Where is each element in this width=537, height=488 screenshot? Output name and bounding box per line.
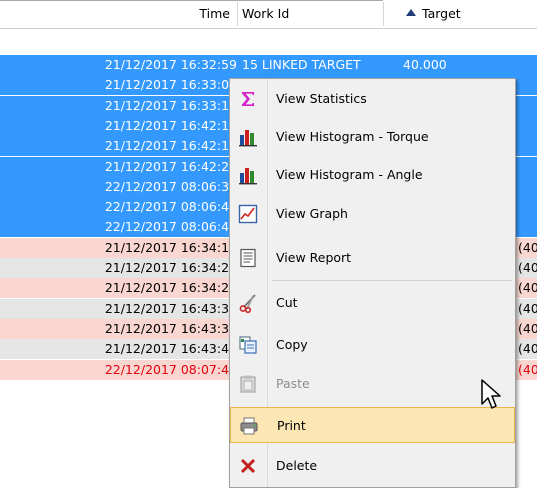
mouse-pointer-icon — [481, 379, 501, 409]
cell-workid: 15 LINKED TARGET — [242, 57, 361, 72]
cell-overflow: (40 — [518, 341, 537, 357]
cell-time: 22/12/2017 08:07:48 — [104, 361, 237, 377]
cell-time: 21/12/2017 16:32:59 — [104, 57, 237, 72]
cell-time: 21/12/2017 16:43:32 — [104, 300, 237, 316]
menu-item-label: Print — [277, 418, 306, 433]
column-divider[interactable] — [383, 2, 384, 26]
copy-icon — [238, 335, 258, 355]
menu-item-label: View Statistics — [276, 91, 367, 106]
column-divider[interactable] — [237, 2, 238, 26]
menu-item-view-report[interactable]: View Report — [230, 240, 515, 276]
cell-overflow: (40 — [518, 300, 537, 316]
histogram-icon — [238, 127, 258, 147]
menu-item-view-histogram-angle[interactable]: View Histogram - Angle — [230, 157, 515, 193]
paste-icon — [238, 374, 258, 394]
scissors-icon — [238, 293, 258, 314]
cell-time: 21/12/2017 16:42:11 — [104, 117, 237, 133]
printer-icon — [239, 416, 259, 436]
cell-time: 21/12/2017 16:34:14 — [104, 239, 237, 255]
cell-time: 22/12/2017 08:06:36 — [104, 178, 237, 194]
report-icon — [238, 248, 258, 268]
cell-time: 21/12/2017 16:42:21 — [104, 158, 237, 174]
column-header-workid[interactable]: Work Id — [242, 0, 289, 28]
menu-item-paste[interactable]: Paste — [230, 366, 515, 402]
menu-separator — [272, 280, 512, 281]
menu-item-copy[interactable]: Copy — [230, 327, 515, 363]
menu-item-view-statistics[interactable]: View Statistics — [230, 81, 515, 117]
grid-header: Time Work Id Target — [0, 0, 537, 29]
sigma-icon — [238, 89, 258, 109]
menu-item-view-graph[interactable]: View Graph — [230, 196, 515, 232]
context-menu: View Statistics View Histogram - Torque … — [229, 78, 516, 488]
menu-item-print[interactable]: Print — [230, 407, 515, 443]
cell-overflow: (40 — [518, 239, 537, 255]
menu-item-label: Delete — [276, 458, 318, 473]
histogram-icon — [238, 165, 258, 185]
sort-ascending-icon — [406, 9, 416, 16]
cell-time: 21/12/2017 16:34:21 — [104, 260, 237, 275]
cell-overflow: (40 — [518, 361, 537, 377]
line-graph-icon — [238, 204, 258, 224]
cell-time: 21/12/2017 16:33:04 — [104, 77, 237, 93]
cell-time: 21/12/2017 16:43:42 — [104, 341, 237, 357]
cell-time: 22/12/2017 08:06:42 — [104, 199, 237, 215]
cell-time: 21/12/2017 16:33:10 — [104, 97, 237, 113]
menu-item-label: View Graph — [276, 206, 348, 221]
column-header-target[interactable]: Target — [422, 0, 461, 28]
delete-x-icon — [238, 456, 258, 476]
menu-item-label: Paste — [276, 376, 310, 391]
cell-time: 22/12/2017 08:06:46 — [104, 219, 237, 235]
cell-time: 21/12/2017 16:42:16 — [104, 138, 237, 154]
menu-item-label: Copy — [276, 337, 308, 352]
menu-item-label: View Histogram - Torque — [276, 129, 429, 144]
menu-item-label: View Histogram - Angle — [276, 167, 423, 182]
menu-item-cut[interactable]: Cut — [230, 285, 515, 321]
menu-item-delete[interactable]: Delete — [230, 448, 515, 484]
cell-target: 40.000 — [403, 57, 447, 72]
menu-item-view-histogram-torque[interactable]: View Histogram - Torque — [230, 119, 515, 155]
table-row[interactable]: 21/12/2017 16:32:59 15 LINKED TARGET 40.00… — [0, 55, 537, 75]
cell-time: 21/12/2017 16:34:27 — [104, 280, 237, 296]
menu-item-label: Cut — [276, 295, 298, 310]
cell-overflow: (40 — [518, 320, 537, 336]
cell-overflow: (40 — [518, 260, 537, 275]
cell-time: 21/12/2017 16:43:37 — [104, 320, 237, 336]
cell-overflow: (40 — [518, 280, 537, 296]
menu-item-label: View Report — [276, 250, 352, 265]
column-header-time[interactable]: Time — [170, 0, 230, 28]
